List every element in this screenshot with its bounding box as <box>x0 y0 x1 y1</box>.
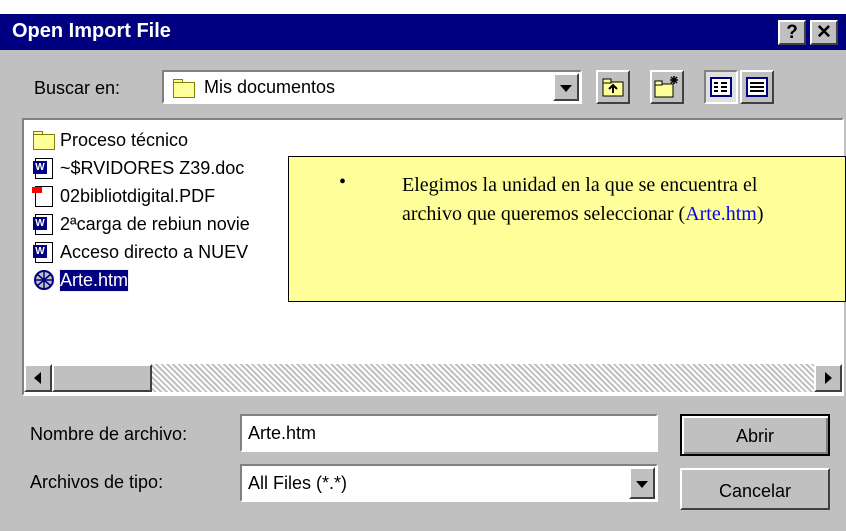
new-folder-button[interactable] <box>650 70 684 104</box>
chevron-down-icon <box>560 85 572 92</box>
file-name: 02bibliotdigital.PDF <box>60 185 216 206</box>
filetype-label: Archivos de tipo: <box>30 472 164 492</box>
filename-label: Nombre de archivo: <box>30 424 188 444</box>
lookin-combo[interactable]: Mis documentos <box>162 70 582 104</box>
help-button[interactable]: ? <box>778 20 806 45</box>
cancel-button[interactable]: Cancelar <box>680 468 830 510</box>
window-title: Open Import File <box>12 20 171 42</box>
close-button[interactable]: ✕ <box>810 20 838 45</box>
details-view-icon <box>746 77 768 97</box>
file-name: 2ªcarga de rebiun novie <box>60 213 250 234</box>
list-item[interactable]: 02bibliotdigital.PDF <box>32 184 215 208</box>
callout-bullet: • <box>339 171 347 193</box>
callout-text-end: ) <box>756 203 764 225</box>
chevron-down-icon <box>636 481 648 488</box>
open-button-label: Abrir <box>735 426 774 446</box>
title-bar[interactable]: Open Import File ? ✕ <box>0 14 846 50</box>
file-name: ~$RVIDORES Z39.doc <box>60 157 245 178</box>
horizontal-scrollbar[interactable] <box>24 364 842 392</box>
lookin-label: Buscar en: <box>34 78 121 98</box>
callout-note: • Elegimos la unidad en la que se encuen… <box>288 156 846 302</box>
details-view-button[interactable] <box>740 70 774 104</box>
lookin-dropdown-button[interactable] <box>553 73 579 101</box>
file-name: Proceso técnico <box>60 129 189 150</box>
pdf-icon <box>32 185 56 207</box>
open-button[interactable]: Abrir <box>680 414 830 456</box>
filetype-select[interactable]: All Files (*.*) <box>240 464 658 502</box>
folder-icon <box>32 129 56 151</box>
word-doc-icon: W <box>32 213 56 235</box>
list-item[interactable]: Arte.htm <box>32 268 130 292</box>
lookin-value: Mis documentos <box>204 77 336 97</box>
list-view-icon <box>710 77 732 97</box>
shortcut-icon: W <box>32 241 56 263</box>
list-view-button[interactable] <box>704 70 738 104</box>
arrow-right-icon <box>825 372 832 384</box>
callout-text: Elegimos la unidad en la que se encuentr… <box>402 171 822 229</box>
list-item[interactable]: Proceso técnico <box>32 128 188 152</box>
folder-icon <box>172 77 196 99</box>
up-folder-icon <box>602 78 624 97</box>
callout-link: Arte.htm <box>685 203 757 225</box>
list-item[interactable]: W 2ªcarga de rebiun novie <box>32 212 250 236</box>
filetype-dropdown-button[interactable] <box>629 467 655 499</box>
open-import-dialog: Open Import File ? ✕ Buscar en: Mis docu… <box>0 14 846 531</box>
word-doc-icon: W <box>32 157 56 179</box>
scroll-left-button[interactable] <box>24 364 52 392</box>
list-item[interactable]: W Acceso directo a NUEV <box>32 240 248 264</box>
filename-field[interactable]: Arte.htm <box>240 414 658 452</box>
file-name: Arte.htm <box>58 268 130 292</box>
html-file-icon <box>32 269 56 291</box>
cancel-button-label: Cancelar <box>718 481 792 501</box>
new-folder-icon <box>654 76 678 98</box>
file-name: Acceso directo a NUEV <box>60 241 249 262</box>
scroll-right-button[interactable] <box>814 364 842 392</box>
list-item[interactable]: W ~$RVIDORES Z39.doc <box>32 156 244 180</box>
filetype-value: All Files (*.*) <box>248 473 348 493</box>
scroll-thumb[interactable] <box>52 364 152 392</box>
arrow-left-icon <box>34 372 41 384</box>
up-one-level-button[interactable] <box>596 70 630 104</box>
filename-value: Arte.htm <box>248 423 317 443</box>
